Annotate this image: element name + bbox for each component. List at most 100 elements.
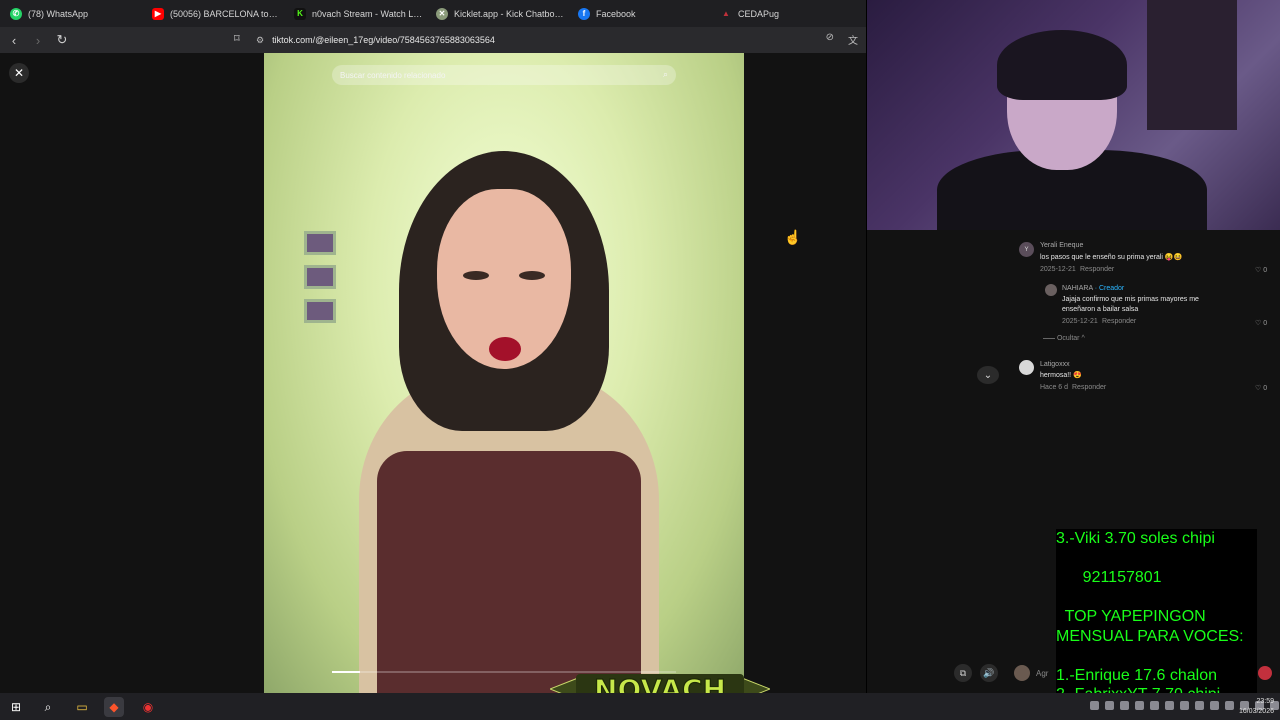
subject-eye	[463, 271, 489, 280]
webcam-feed	[867, 0, 1280, 230]
kick-icon: K	[294, 7, 306, 20]
reader-off-icon[interactable]: ⊘	[826, 32, 834, 47]
tray-icon[interactable]	[1090, 701, 1099, 710]
tray-icon[interactable]	[1135, 701, 1144, 710]
video-subject	[359, 151, 659, 693]
tab-kicklet[interactable]: ✕ Kicklet.app - Kick Chatbot and	[430, 0, 572, 27]
add-comment-placeholder: Agr	[1036, 668, 1049, 678]
close-icon[interactable]: ✕	[9, 63, 29, 83]
wall-frames	[304, 231, 342, 351]
tray-icon[interactable]	[1150, 701, 1159, 710]
tray-icon[interactable]	[1105, 701, 1114, 710]
tiktok-page: ✕ Buscar contenido relacionado ⌕ ☝	[0, 53, 866, 693]
youtube-icon: ▶	[152, 7, 164, 20]
volume-icon[interactable]: 🔊	[980, 664, 998, 682]
address-bar-actions: ⊘ 文	[826, 32, 858, 47]
hand-cursor-icon: ☝	[784, 229, 802, 245]
file-explorer-icon[interactable]: ▭	[72, 697, 92, 717]
tray-icon[interactable]	[1195, 701, 1204, 710]
overlay-line	[1056, 588, 1257, 608]
like-count: 0	[1263, 267, 1268, 274]
like-count: 0	[1263, 385, 1268, 392]
comment-date: 2025-12-21	[1040, 266, 1076, 273]
tab-whatsapp[interactable]: ✆ (78) WhatsApp	[4, 0, 146, 27]
comment-text: hermosa!! 😍	[1040, 372, 1082, 379]
browser-toolbar: ‹ › ↻ ⌑ ⚙ tiktok.com/@eileen_17eg/video/…	[0, 27, 866, 53]
comment-date: 2025-12-21	[1062, 318, 1098, 325]
tab-label: (50056) BARCELONA tomó ven	[170, 8, 282, 19]
comment-author[interactable]: NAHIARA	[1062, 285, 1093, 292]
tab-youtube[interactable]: ▶ (50056) BARCELONA tomó ven	[146, 0, 288, 27]
tray-icon[interactable]	[1120, 701, 1129, 710]
facebook-icon: f	[578, 7, 590, 20]
comment-text: los pasos que le enseño su prima yerali …	[1040, 254, 1183, 261]
heart-icon: ♡	[1255, 385, 1262, 392]
bookmark-icon[interactable]: ⌑	[234, 32, 246, 46]
like-count: 0	[1263, 320, 1268, 327]
avatar[interactable]: Y	[1019, 242, 1034, 257]
comment-author[interactable]: Latigoxxx	[1040, 361, 1070, 368]
tray-icon[interactable]	[1225, 701, 1234, 710]
hanging-shirt	[1147, 0, 1237, 130]
comment-author[interactable]: Yerali Eneque	[1040, 242, 1083, 249]
search-icon[interactable]: ⌕	[38, 697, 58, 717]
hide-label: Ocultar ^	[1056, 335, 1085, 342]
related-search-placeholder: Buscar contenido relacionado	[340, 70, 446, 80]
hide-replies-button[interactable]: Ocultar ^	[1043, 335, 1085, 342]
overlay-line: 2.-FabrixxYT 7.70 chipi	[1056, 685, 1257, 693]
translate-icon[interactable]: 文	[848, 32, 858, 47]
reload-icon[interactable]: ↻	[52, 30, 72, 50]
comment-text: enseñaron a bailar salsa	[1062, 306, 1139, 313]
whatsapp-icon: ✆	[10, 7, 22, 20]
comment-date: Hace 6 d	[1040, 384, 1069, 391]
overlay-line: 1.-Enrique 17.6 chalon	[1056, 666, 1217, 684]
tab-facebook[interactable]: f Facebook	[572, 0, 714, 27]
address-bar[interactable]: ⚙ tiktok.com/@eileen_17eg/video/75845637…	[256, 31, 866, 49]
add-comment-input[interactable]: Agr	[1014, 664, 1058, 682]
tab-cedapug[interactable]: ▲ CEDAPug	[714, 0, 856, 27]
tray-icon[interactable]	[1165, 701, 1174, 710]
overlay-line: 921157801	[1056, 569, 1162, 586]
overlay-line: MENSUAL PARA VOCES:	[1056, 627, 1244, 645]
clock-date: 16/03/2026	[1238, 708, 1274, 715]
donation-overlay: 3.-Viki 3.70 soles chipi 921157801 TOP Y…	[1056, 529, 1257, 693]
like-button[interactable]: ♡ 0	[1255, 266, 1267, 274]
clock[interactable]: 23:59 16/03/2026	[1239, 697, 1274, 717]
like-button[interactable]: ♡ 0	[1255, 384, 1267, 392]
player-controls: ⧉ 🔊	[954, 664, 998, 682]
kicklet-icon: ✕	[436, 7, 448, 20]
brave-browser-icon[interactable]: ◆	[104, 697, 124, 717]
video-player[interactable]: Buscar contenido relacionado ⌕	[264, 53, 744, 693]
forward-icon[interactable]: ›	[28, 30, 48, 50]
comment-author-line: NAHIARA · Creador	[1062, 285, 1124, 292]
tab-label: n0vach Stream - Watch Live on	[312, 8, 424, 19]
heart-icon: ♡	[1255, 267, 1262, 274]
browser-tab-strip: ✆ (78) WhatsApp ▶ (50056) BARCELONA tomó…	[0, 0, 866, 27]
creator-badge: · Creador	[1094, 285, 1125, 292]
tab-kick[interactable]: K n0vach Stream - Watch Live on	[288, 0, 430, 27]
chevron-down-icon[interactable]: ⌄	[977, 366, 999, 384]
pip-icon[interactable]: ⧉	[954, 664, 972, 682]
post-comment-button[interactable]	[1258, 666, 1272, 680]
reply-button[interactable]: Responder	[1102, 318, 1136, 325]
obs-icon[interactable]: ◉	[138, 697, 158, 717]
subject-eye	[519, 271, 545, 280]
tray-icon[interactable]	[1210, 701, 1219, 710]
reply-button[interactable]: Responder	[1080, 266, 1114, 273]
comment-text: Jajaja confirmo que mis primas mayores m…	[1062, 296, 1199, 303]
overlay-line	[1056, 549, 1257, 569]
like-button[interactable]: ♡ 0	[1255, 319, 1267, 327]
search-icon[interactable]: ⌕	[663, 69, 668, 80]
tray-icon[interactable]	[1180, 701, 1189, 710]
overlay-line: TOP YAPEPINGON	[1056, 608, 1206, 625]
subject-mouth	[489, 337, 521, 361]
site-settings-icon[interactable]: ⚙	[256, 35, 264, 46]
avatar[interactable]	[1019, 360, 1034, 375]
back-icon[interactable]: ‹	[4, 30, 24, 50]
related-search-input[interactable]: Buscar contenido relacionado ⌕	[332, 65, 676, 85]
reply-button[interactable]: Responder	[1072, 384, 1106, 391]
avatar[interactable]	[1045, 284, 1057, 296]
windows-start-icon[interactable]: ⊞	[6, 697, 26, 717]
picture-frame	[304, 231, 336, 255]
overlay-line: 3.-Viki 3.70 soles chipi	[1056, 530, 1215, 547]
